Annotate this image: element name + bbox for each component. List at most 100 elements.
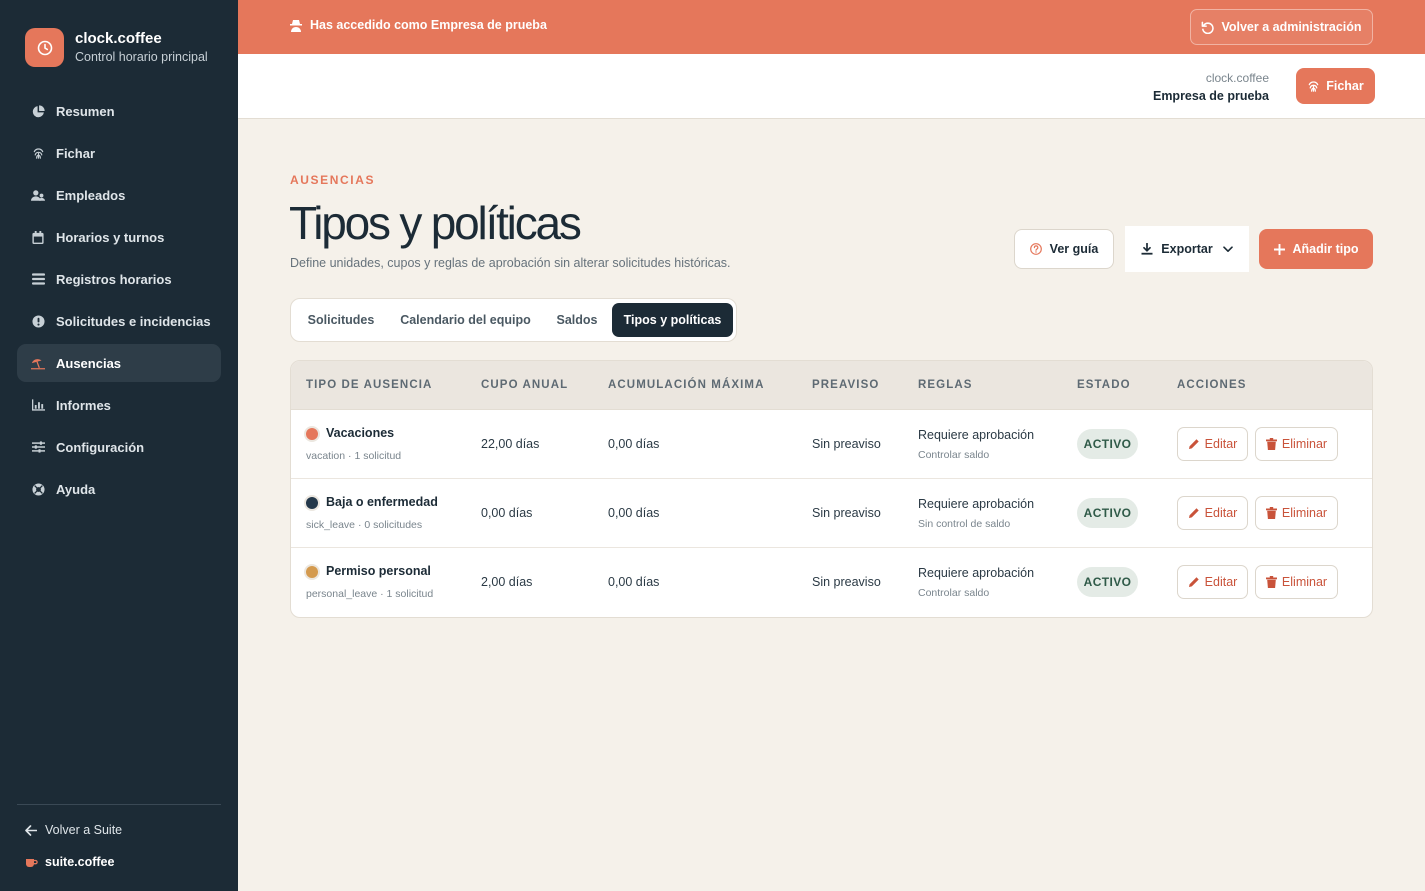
notice: Sin preaviso xyxy=(812,506,881,520)
sidebar-item-fichar[interactable]: Fichar xyxy=(17,134,221,172)
sidebar-item-registros[interactable]: Registros horarios xyxy=(17,260,221,298)
annual-quota: 0,00 días xyxy=(481,506,533,520)
company-name: Empresa de prueba xyxy=(1152,89,1269,103)
type-name: Vacaciones xyxy=(326,426,395,440)
color-dot xyxy=(306,497,318,509)
table-row: Permiso personal personal_leave · 1 soli… xyxy=(291,548,1372,617)
umbrella-beach-icon xyxy=(31,356,45,370)
plus-icon xyxy=(1273,243,1285,255)
brand-subtitle: Control horario principal xyxy=(75,49,208,64)
bar-chart-icon xyxy=(31,398,45,412)
company-info: clock.coffee Empresa de prueba xyxy=(1153,69,1269,105)
download-icon xyxy=(1141,243,1153,255)
notice: Sin preaviso xyxy=(812,437,881,451)
sidebar-item-label: Informes xyxy=(56,397,111,413)
rule: Requiere aprobación xyxy=(918,497,1035,511)
sidebar-item-label: Ayuda xyxy=(56,481,96,497)
edit-label: Editar xyxy=(1204,575,1238,589)
sidebar-item-label: Solicitudes e incidencias xyxy=(56,313,211,329)
arrow-left-icon xyxy=(25,824,37,836)
status-badge: ACTIVO xyxy=(1077,498,1138,528)
column-header: ESTADO xyxy=(1077,379,1131,391)
back-to-admin-label: Volver a administración xyxy=(1221,20,1362,34)
sidebar-divider xyxy=(17,804,221,805)
trash-icon xyxy=(1265,576,1277,588)
rule: Requiere aprobación xyxy=(918,428,1035,442)
max-accumulation: 0,00 días xyxy=(608,506,660,520)
sliders-icon xyxy=(31,440,45,454)
max-accumulation: 0,00 días xyxy=(608,437,660,451)
sidebar-item-empleados[interactable]: Empleados xyxy=(17,176,221,214)
status-badge: ACTIVO xyxy=(1077,567,1138,597)
sidebar-item-label: Horarios y turnos xyxy=(56,229,165,245)
sidebar-item-label: Registros horarios xyxy=(56,271,172,287)
brand[interactable]: clock.coffee Control horario principal xyxy=(25,28,208,67)
fingerprint-icon xyxy=(31,146,45,160)
back-to-suite-label: Volver a Suite xyxy=(45,823,123,837)
edit-button[interactable]: Editar xyxy=(1177,496,1248,530)
sidebar-item-solicitudes[interactable]: Solicitudes e incidencias xyxy=(17,302,221,340)
calendar-icon xyxy=(31,230,45,244)
delete-button[interactable]: Eliminar xyxy=(1255,496,1338,530)
table-header: TIPO DE AUSENCIA CUPO ANUAL ACUMULACIÓN … xyxy=(291,361,1372,410)
help-circle-icon xyxy=(1029,243,1042,255)
coffee-cup-icon xyxy=(25,857,38,868)
sidebar-item-informes[interactable]: Informes xyxy=(17,386,221,424)
pie-chart-icon xyxy=(31,104,45,118)
fichar-button[interactable]: Fichar xyxy=(1296,68,1375,104)
add-type-label: Añadir tipo xyxy=(1292,242,1359,256)
table-row: Vacaciones vacation · 1 solicitud 22,00 … xyxy=(291,410,1372,479)
rule-detail: Controlar saldo xyxy=(918,449,990,461)
type-name: Permiso personal xyxy=(326,564,431,578)
type-meta: personal_leave · 1 solicitud xyxy=(306,588,434,600)
edit-button[interactable]: Editar xyxy=(1177,427,1248,461)
sidebar-item-resumen[interactable]: Resumen xyxy=(17,92,221,130)
annual-quota: 22,00 días xyxy=(481,437,540,451)
edit-label: Editar xyxy=(1204,437,1238,451)
chevron-down-icon xyxy=(1222,245,1233,253)
max-accumulation: 0,00 días xyxy=(608,575,660,589)
tab-saldos[interactable]: Saldos xyxy=(545,303,609,337)
tab-solicitudes[interactable]: Solicitudes xyxy=(295,303,387,337)
delete-label: Eliminar xyxy=(1281,506,1328,520)
sidebar-item-label: Empleados xyxy=(56,187,126,203)
sidebar-item-label: Ausencias xyxy=(56,355,122,371)
sidebar-item-configuracion[interactable]: Configuración xyxy=(17,428,221,466)
sidebar-item-ausencias[interactable]: Ausencias xyxy=(17,344,221,382)
users-icon xyxy=(31,188,45,202)
undo-icon xyxy=(1201,21,1215,34)
page-description: Define unidades, cupos y reglas de aprob… xyxy=(290,256,731,270)
tab-tipos-politicas[interactable]: Tipos y políticas xyxy=(612,303,733,337)
section-eyebrow: AUSENCIAS xyxy=(290,173,376,187)
table-row: Baja o enfermedad sick_leave · 0 solicit… xyxy=(291,479,1372,548)
delete-label: Eliminar xyxy=(1281,437,1328,451)
edit-button[interactable]: Editar xyxy=(1177,565,1248,599)
alert-circle-icon xyxy=(31,314,45,328)
suite-brand[interactable]: suite.coffee xyxy=(25,855,114,869)
pencil-icon xyxy=(1188,576,1200,588)
status-badge: ACTIVO xyxy=(1077,429,1138,459)
rule-detail: Sin control de saldo xyxy=(918,518,1011,530)
column-header: CUPO ANUAL xyxy=(481,379,569,391)
sidebar-item-label: Configuración xyxy=(56,439,145,455)
sidebar-item-ayuda[interactable]: Ayuda xyxy=(17,470,221,508)
back-to-suite-link[interactable]: Volver a Suite xyxy=(25,823,122,837)
delete-button[interactable]: Eliminar xyxy=(1255,565,1338,599)
trash-icon xyxy=(1265,438,1277,450)
rule-detail: Controlar saldo xyxy=(918,587,990,599)
delete-button[interactable]: Eliminar xyxy=(1255,427,1338,461)
tab-calendario[interactable]: Calendario del equipo xyxy=(389,303,542,337)
company-app: clock.coffee xyxy=(1205,71,1269,85)
sidebar-item-horarios[interactable]: Horarios y turnos xyxy=(17,218,221,256)
brand-name: clock.coffee xyxy=(75,29,162,47)
sidebar-item-label: Fichar xyxy=(56,145,96,161)
incognito-icon xyxy=(290,19,302,32)
pencil-icon xyxy=(1188,438,1200,450)
pencil-icon xyxy=(1188,507,1200,519)
export-dropdown[interactable]: Exportar xyxy=(1125,226,1249,272)
column-header: ACCIONES xyxy=(1177,379,1247,391)
add-type-button[interactable]: Añadir tipo xyxy=(1259,229,1373,269)
guide-button[interactable]: Ver guía xyxy=(1014,229,1114,269)
color-dot xyxy=(306,428,318,440)
back-to-admin-button[interactable]: Volver a administración xyxy=(1190,9,1373,45)
